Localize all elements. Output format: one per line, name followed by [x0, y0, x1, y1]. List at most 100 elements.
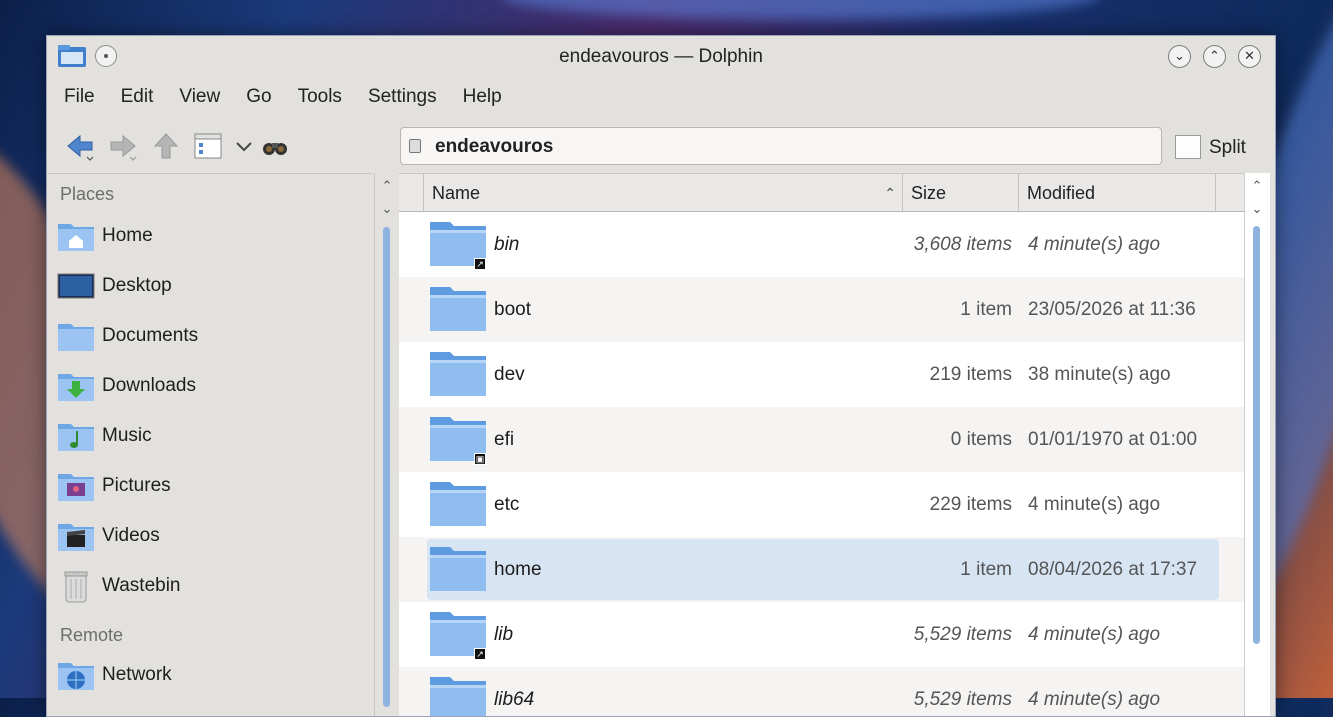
location-bar[interactable]: endeavouros [400, 127, 1162, 165]
scroll-up-icon[interactable]: ⌃ [1250, 178, 1264, 194]
location-path[interactable]: endeavouros [435, 136, 553, 158]
place-music[interactable]: Music [57, 417, 357, 457]
file-size: 3,608 items [913, 234, 1012, 255]
place-wastebin[interactable]: Wastebin [57, 567, 357, 607]
back-arrow-icon[interactable] [65, 131, 95, 161]
menu-edit[interactable]: Edit [112, 86, 163, 108]
file-modified: 01/01/1970 at 01:00 [1028, 429, 1198, 450]
remote-section-label: Remote [60, 625, 124, 645]
places-scroll-thumb[interactable] [383, 227, 390, 707]
music-folder-icon [58, 424, 94, 451]
file-name: bin [494, 234, 520, 255]
file-name: lib [494, 624, 514, 645]
place-label: Home [102, 225, 153, 246]
file-size: 1 item [960, 559, 1012, 580]
place-label: Network [102, 664, 172, 685]
desktop-icon [57, 273, 95, 299]
file-modified: 4 minute(s) ago [1028, 624, 1161, 645]
menu-view[interactable]: View [170, 86, 229, 108]
column-size[interactable]: Size [903, 174, 1019, 211]
place-home[interactable]: Home [57, 217, 357, 257]
files-scroll-thumb[interactable] [1253, 226, 1260, 644]
folder-icon [430, 287, 486, 331]
place-label: Wastebin [102, 575, 181, 596]
place-label: Videos [102, 525, 160, 546]
file-name: etc [494, 494, 520, 515]
scroll-down-icon[interactable]: ⌄ [1250, 201, 1264, 217]
column-header: Name ⌃ Size Modified [399, 174, 1244, 212]
file-modified: 4 minute(s) ago [1028, 234, 1161, 255]
file-modified: 23/05/2026 at 11:36 [1028, 299, 1196, 320]
folder-icon [430, 547, 486, 591]
chevron-down-icon: ⌄ [1174, 48, 1185, 63]
place-label: Documents [102, 325, 199, 346]
title-bar: endeavouros — Dolphin ⌄ ⌃ ✕ [47, 36, 1275, 78]
pictures-folder-icon [58, 474, 94, 501]
chevron-down-icon[interactable] [230, 131, 260, 161]
column-modified-label: Modified [1027, 183, 1096, 203]
up-arrow-icon[interactable] [151, 131, 181, 161]
maximize-button[interactable]: ⌃ [1203, 45, 1226, 68]
file-name: home [494, 559, 542, 580]
file-list-view: Name ⌃ Size Modified ↗ bin 3,608 items 4… [399, 173, 1244, 716]
close-button[interactable]: ✕ [1238, 45, 1261, 68]
file-row-home[interactable]: home 1 item 08/04/2026 at 17:37 [399, 537, 1244, 602]
places-section-label: Places [60, 184, 115, 204]
folder-icon [430, 482, 486, 526]
view-mode-icon[interactable] [193, 131, 223, 161]
lock-icon [409, 139, 421, 153]
file-size: 5,529 items [913, 689, 1012, 710]
menu-tools[interactable]: Tools [289, 86, 351, 108]
menu-bar: File Edit View Go Tools Settings Help [47, 78, 1275, 116]
scroll-down-icon[interactable]: ⌄ [380, 201, 394, 217]
place-downloads[interactable]: Downloads [57, 367, 357, 407]
file-modified: 4 minute(s) ago [1028, 494, 1161, 515]
file-name: efi [494, 429, 515, 450]
folder-icon [430, 352, 486, 396]
menu-go[interactable]: Go [237, 86, 280, 108]
file-size: 219 items [929, 364, 1012, 385]
file-name: dev [494, 364, 525, 385]
file-row-lib64[interactable]: lib64 5,529 items 4 minute(s) ago [399, 667, 1244, 716]
place-label: Pictures [102, 475, 171, 496]
files-scrollbar[interactable]: ⌃ ⌄ [1244, 173, 1270, 716]
menu-file[interactable]: File [55, 86, 104, 108]
symlink-emblem-icon: ↗ [474, 258, 486, 270]
place-videos[interactable]: Videos [57, 517, 357, 557]
downloads-folder-icon [58, 374, 94, 401]
file-modified: 4 minute(s) ago [1028, 689, 1161, 710]
place-network[interactable]: Network [57, 656, 357, 696]
column-name[interactable]: Name ⌃ [424, 174, 903, 211]
minimize-button[interactable]: ⌄ [1168, 45, 1191, 68]
place-label: Music [102, 425, 152, 446]
network-icon [58, 663, 94, 690]
scroll-up-icon[interactable]: ⌃ [380, 178, 394, 194]
column-modified[interactable]: Modified [1019, 174, 1216, 211]
file-row-bin[interactable]: ↗ bin 3,608 items 4 minute(s) ago [399, 212, 1244, 277]
file-size: 1 item [960, 299, 1012, 320]
binoculars-icon[interactable] [260, 131, 290, 161]
file-row-lib[interactable]: ↗ lib 5,529 items 4 minute(s) ago [399, 602, 1244, 667]
wastebin-icon [64, 571, 88, 603]
place-documents[interactable]: Documents [57, 317, 357, 357]
menu-help[interactable]: Help [454, 86, 511, 108]
lock-emblem-icon: ▣ [474, 453, 486, 465]
close-icon: ✕ [1244, 48, 1255, 63]
folder-icon [430, 677, 486, 716]
menu-settings[interactable]: Settings [359, 86, 446, 108]
file-row-dev[interactable]: dev 219 items 38 minute(s) ago [399, 342, 1244, 407]
place-pictures[interactable]: Pictures [57, 467, 357, 507]
file-row-efi[interactable]: ▣ efi 0 items 01/01/1970 at 01:00 [399, 407, 1244, 472]
place-desktop[interactable]: Desktop [57, 267, 357, 307]
file-row-boot[interactable]: boot 1 item 23/05/2026 at 11:36 [399, 277, 1244, 342]
videos-folder-icon [58, 524, 94, 551]
place-label: Downloads [102, 375, 196, 396]
file-row-etc[interactable]: etc 229 items 4 minute(s) ago [399, 472, 1244, 537]
header-spacer [399, 174, 424, 211]
documents-folder-icon [58, 324, 94, 351]
places-scrollbar[interactable]: ⌃ ⌄ [374, 173, 400, 716]
split-label: Split [1209, 137, 1246, 158]
places-panel: Places Home Desktop Documents Downloads … [47, 173, 372, 716]
file-size: 229 items [929, 494, 1012, 515]
forward-arrow-icon[interactable] [108, 131, 138, 161]
